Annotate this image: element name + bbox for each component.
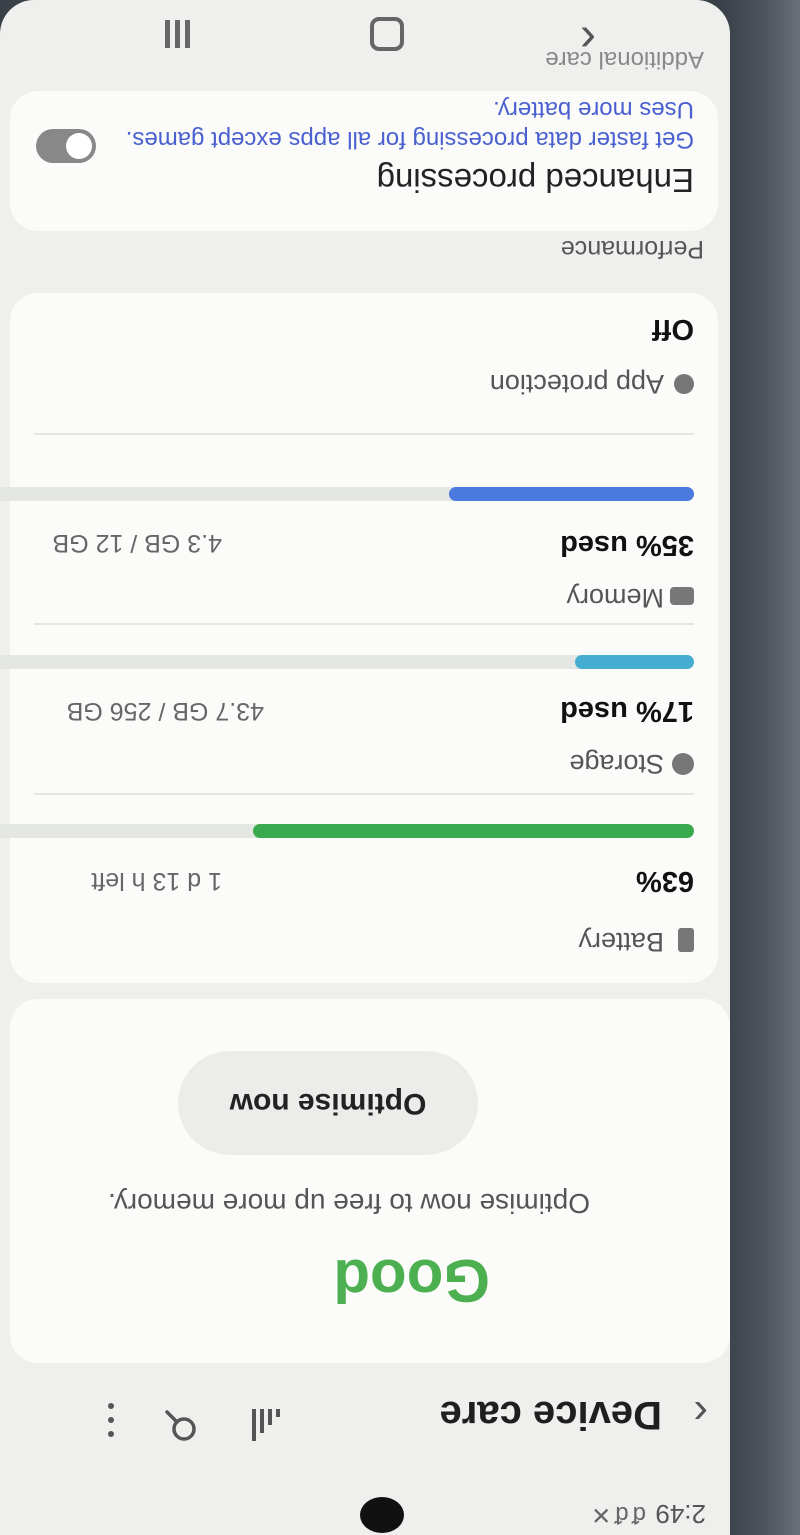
status-description: Optimise now to free up more memory. [108,1188,590,1219]
recents-icon[interactable] [160,19,190,49]
enhanced-processing-toggle[interactable] [36,129,96,163]
navigation-bar [0,0,730,67]
battery-detail: 1 d 13 h left [91,867,222,895]
optimise-now-button[interactable]: Optimise now [178,1051,478,1155]
home-icon[interactable] [370,17,404,51]
page-title: Device care [439,1393,662,1437]
divider [34,433,694,435]
storage-bar-fill [575,655,694,669]
battery-bar [0,824,694,838]
memory-value: 35% used [560,529,694,561]
storage-value: 17% used [560,695,694,727]
search-icon[interactable] [164,1409,198,1443]
battery-icon [678,928,694,952]
memory-detail: 4.3 GB / 12 GB [52,529,222,557]
app-protection-label[interactable]: App protection [490,368,664,399]
memory-bar [0,487,694,501]
storage-icon [672,753,694,775]
shield-icon [674,374,694,394]
storage-detail: 43.7 GB / 256 GB [66,697,264,725]
close-icon: ✕ [587,1501,612,1528]
notification-icon: ᵭ [628,1501,646,1528]
memory-label[interactable]: Memory [566,582,664,613]
memory-chip-icon [670,587,694,605]
signal-icon [240,1409,280,1443]
divider [34,793,694,795]
enhanced-processing-note: Uses more battery. [493,96,694,123]
device-status: Good [333,1247,490,1314]
enhanced-processing-description: Get faster data processing for all apps … [125,126,694,153]
enhanced-processing-title: Enhanced processing [376,162,694,199]
notification-icon: ᵭ [611,1501,629,1528]
more-options-icon[interactable] [104,1403,118,1437]
battery-value: 63% [635,865,694,897]
battery-bar-fill [253,824,694,838]
phone-screen: 2:49 ᵭᵭ✕ ‹ Device care Good Optimise now… [0,0,730,1535]
divider [34,623,694,625]
back-icon[interactable]: ‹ [693,1389,708,1438]
battery-label[interactable]: Battery [578,926,664,957]
status-notification-icons: ᵭᵭ✕ [587,1500,646,1529]
storage-label[interactable]: Storage [569,748,664,779]
camera-cutout [360,1497,404,1533]
app-protection-value: Off [652,313,694,345]
status-time: 2:49 [655,1499,706,1529]
storage-bar [0,655,694,669]
nav-back-icon[interactable]: ‹ [580,13,596,66]
memory-bar-fill [449,487,694,501]
performance-section-label: Performance [560,235,704,263]
